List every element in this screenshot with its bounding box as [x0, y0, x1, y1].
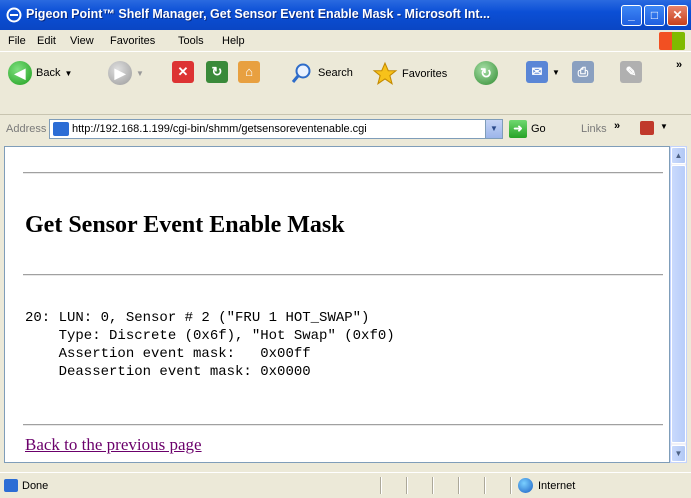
divider [432, 477, 433, 494]
edit-icon: ✎ [620, 61, 642, 83]
address-input[interactable]: http://192.168.1.199/cgi-bin/shmm/getsen… [49, 119, 503, 139]
menu-help[interactable]: Help [222, 35, 245, 47]
history-button[interactable]: ↻ [474, 61, 498, 85]
favorites-button[interactable]: Favorites [372, 61, 447, 87]
forward-button[interactable]: ▶ ▼ [108, 61, 144, 85]
home-icon: ⌂ [238, 61, 260, 83]
status-text: Done [22, 480, 49, 492]
mail-icon: ✉ [526, 61, 548, 83]
toolbar-overflow-button[interactable]: » [676, 59, 682, 71]
divider [484, 477, 485, 494]
vertical-scrollbar[interactable]: ▲ ▼ [670, 146, 687, 463]
printer-icon: ⎙ [572, 61, 594, 83]
pdf-icon[interactable] [640, 121, 654, 135]
output-line: Deassertion event mask: 0x0000 [25, 364, 311, 380]
page-icon [4, 479, 18, 492]
toolbar: ◀ Back ▼ ▶ ▼ ✕ ↻ ⌂ Search Favorites ↻ ✉ … [0, 53, 691, 115]
windows-flag-icon [659, 32, 685, 50]
output-line: 20: LUN: 0, Sensor # 2 ("FRU 1 HOT_SWAP"… [25, 310, 370, 326]
home-button[interactable]: ⌂ [238, 61, 260, 83]
back-to-previous-link[interactable]: Back to the previous page [25, 435, 202, 455]
output-line: Type: Discrete (0x6f), "Hot Swap" (0xf0) [25, 328, 395, 344]
favorites-label: Favorites [402, 68, 448, 80]
scroll-up-icon[interactable]: ▲ [671, 147, 686, 164]
go-button[interactable]: Go [531, 123, 546, 135]
title-bar: Pigeon Point™ Shelf Manager, Get Sensor … [0, 0, 691, 30]
back-arrow-icon: ◀ [8, 61, 32, 85]
menu-edit[interactable]: Edit [37, 35, 56, 47]
go-arrow-icon[interactable]: ➜ [509, 120, 527, 138]
address-label: Address [6, 123, 47, 135]
stop-button[interactable]: ✕ [172, 61, 194, 83]
history-icon: ↻ [474, 61, 498, 85]
search-icon [291, 63, 311, 83]
minimize-button[interactable]: _ [621, 5, 642, 26]
divider [23, 424, 663, 426]
window-title: Pigeon Point™ Shelf Manager, Get Sensor … [26, 7, 490, 21]
scroll-thumb[interactable] [671, 165, 686, 443]
refresh-icon: ↻ [206, 61, 228, 83]
page-content: Get Sensor Event Enable Mask 20: LUN: 0,… [4, 146, 670, 463]
menu-file[interactable]: File [8, 35, 26, 47]
forward-arrow-icon: ▶ [108, 61, 132, 85]
star-icon [372, 61, 398, 86]
zone-label: Internet [538, 480, 576, 492]
stop-icon: ✕ [172, 61, 194, 83]
back-label: Back [36, 67, 61, 79]
search-label: Search [318, 67, 353, 79]
close-button[interactable]: ✕ [667, 5, 688, 26]
double-chevron-icon: » [676, 59, 683, 71]
address-bar: Address http://192.168.1.199/cgi-bin/shm… [0, 116, 691, 142]
status-bar: Done Internet [0, 472, 691, 498]
ie-logo-icon [6, 7, 22, 23]
menu-view[interactable]: View [70, 35, 94, 47]
scroll-down-icon[interactable]: ▼ [671, 445, 686, 462]
chevron-down-icon[interactable]: ▼ [64, 69, 72, 78]
mail-button[interactable]: ✉ ▼ [526, 61, 560, 83]
search-button[interactable]: Search [290, 61, 353, 85]
page-heading: Get Sensor Event Enable Mask [25, 212, 345, 238]
address-dropdown-icon[interactable]: ▼ [485, 120, 502, 138]
sensor-output: 20: LUN: 0, Sensor # 2 ("FRU 1 HOT_SWAP"… [25, 309, 395, 381]
divider [23, 274, 663, 276]
menu-bar: File Edit View Favorites Tools Help [0, 30, 691, 52]
double-chevron-icon[interactable]: » [614, 120, 620, 132]
refresh-button[interactable]: ↻ [206, 61, 228, 83]
address-url[interactable]: http://192.168.1.199/cgi-bin/shmm/getsen… [72, 123, 367, 135]
internet-zone-icon [518, 478, 533, 493]
output-line: Assertion event mask: 0x00ff [25, 346, 311, 362]
chevron-down-icon[interactable]: ▼ [136, 69, 144, 78]
back-button[interactable]: ◀ Back ▼ [8, 61, 72, 85]
divider [23, 172, 663, 174]
divider [380, 477, 381, 494]
chevron-down-icon[interactable]: ▼ [552, 68, 560, 77]
divider [406, 477, 407, 494]
page-icon [53, 122, 69, 136]
maximize-button[interactable]: □ [644, 5, 665, 26]
chevron-down-icon[interactable]: ▼ [660, 122, 668, 131]
menu-favorites[interactable]: Favorites [110, 35, 155, 47]
menu-tools[interactable]: Tools [178, 35, 204, 47]
edit-button[interactable]: ✎ [620, 61, 642, 83]
divider [458, 477, 459, 494]
divider [510, 477, 511, 494]
print-button[interactable]: ⎙ [572, 61, 594, 83]
links-button[interactable]: Links [581, 123, 607, 135]
